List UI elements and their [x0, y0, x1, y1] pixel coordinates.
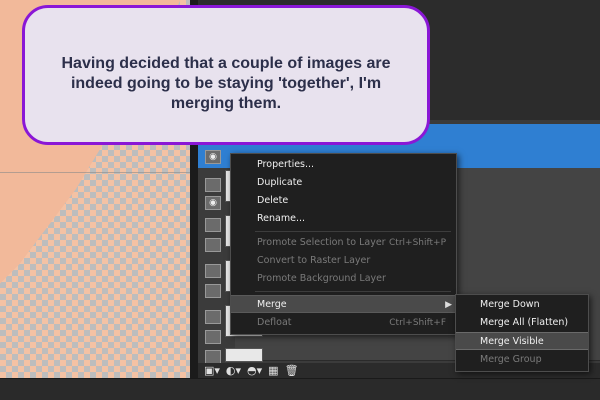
menu-item-merge-down[interactable]: Merge Down	[456, 296, 588, 314]
menu-separator	[255, 231, 451, 232]
layer-context-menu: Properties... Duplicate Delete Rename...…	[230, 153, 457, 335]
menu-item-label: Merge	[257, 299, 287, 310]
menu-item-merge[interactable]: Merge ▶	[231, 295, 456, 313]
layer-icon	[205, 264, 221, 278]
menu-item-promote-selection[interactable]: Promote Selection to Layer Ctrl+Shift+P	[231, 234, 456, 252]
menu-shortcut: Ctrl+Shift+F	[389, 318, 446, 328]
group-icon[interactable]: ▦	[268, 364, 278, 378]
menu-item-convert-raster[interactable]: Convert to Raster Layer	[231, 252, 456, 270]
menu-shortcut: Ctrl+Shift+P	[389, 238, 446, 248]
menu-item-merge-group[interactable]: Merge Group	[456, 351, 588, 369]
mask-icon[interactable]: ◓▾	[247, 364, 262, 378]
menu-item-promote-background[interactable]: Promote Background Layer	[231, 270, 456, 288]
layer-thumbnail[interactable]	[225, 348, 263, 362]
menu-item-delete[interactable]: Delete	[231, 192, 456, 210]
layer-icon	[205, 310, 221, 324]
canvas-guide-line	[0, 172, 190, 173]
new-layer-icon[interactable]: ▣▾	[204, 364, 220, 378]
annotation-callout: Having decided that a couple of images a…	[22, 5, 430, 145]
merge-submenu: Merge Down Merge All (Flatten) Merge Vis…	[455, 294, 589, 372]
submenu-arrow-icon: ▶	[445, 300, 452, 310]
layer-icon	[205, 350, 221, 364]
menu-item-rename[interactable]: Rename...	[231, 210, 456, 228]
trash-icon[interactable]: 🗑	[285, 364, 299, 378]
eye-icon[interactable]: ◉	[205, 196, 221, 210]
menu-item-properties[interactable]: Properties...	[231, 156, 456, 174]
menu-item-defloat[interactable]: Defloat Ctrl+Shift+F	[231, 314, 456, 332]
menu-item-merge-all[interactable]: Merge All (Flatten)	[456, 314, 588, 332]
callout-text: Having decided that a couple of images a…	[61, 55, 391, 112]
layer-icon	[205, 238, 221, 252]
layer-icon	[205, 178, 221, 192]
layer-icon	[205, 330, 221, 344]
menu-item-merge-visible[interactable]: Merge Visible	[456, 332, 588, 350]
layer-icon	[205, 284, 221, 298]
eye-icon[interactable]: ◉	[205, 150, 221, 164]
menu-item-label: Promote Selection to Layer	[257, 237, 386, 248]
adjust-icon[interactable]: ◐▾	[226, 364, 241, 378]
menu-item-duplicate[interactable]: Duplicate	[231, 174, 456, 192]
status-bar	[0, 378, 600, 400]
layer-icon	[205, 218, 221, 232]
menu-separator	[255, 291, 451, 292]
menu-item-label: Defloat	[257, 317, 292, 328]
